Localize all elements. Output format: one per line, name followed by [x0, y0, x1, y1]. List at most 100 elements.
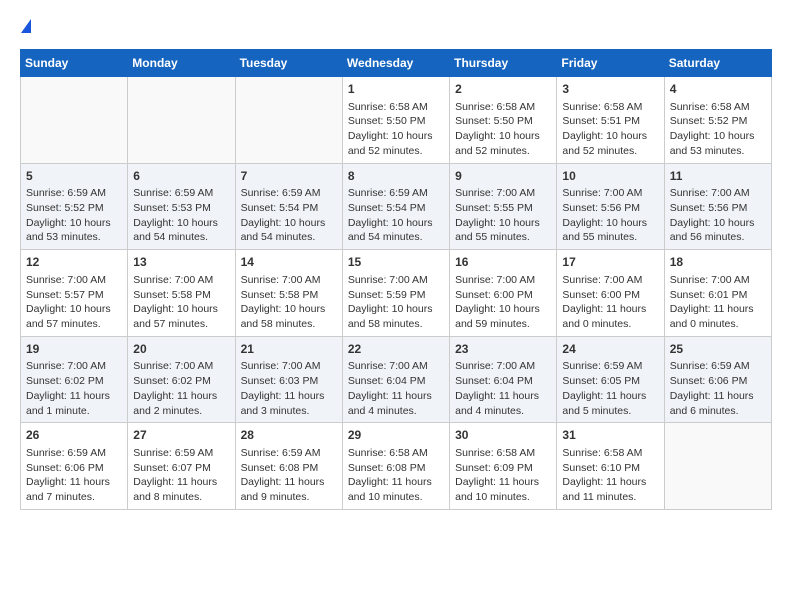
calendar-cell: 2Sunrise: 6:58 AMSunset: 5:50 PMDaylight… [450, 77, 557, 164]
day-info-line: Sunset: 6:00 PM [455, 288, 551, 303]
calendar-cell [21, 77, 128, 164]
day-info-line: Sunrise: 6:59 AM [348, 186, 444, 201]
day-info-line: Daylight: 10 hours [26, 302, 122, 317]
calendar-cell: 19Sunrise: 7:00 AMSunset: 6:02 PMDayligh… [21, 336, 128, 423]
day-number: 8 [348, 168, 444, 185]
day-info-line: Sunset: 6:00 PM [562, 288, 658, 303]
day-info-line: Daylight: 10 hours [670, 129, 766, 144]
day-info-line: Sunrise: 6:59 AM [26, 186, 122, 201]
day-info-line: Sunrise: 6:59 AM [562, 359, 658, 374]
day-info-line: and 55 minutes. [455, 230, 551, 245]
day-info-line: Sunrise: 6:59 AM [133, 186, 229, 201]
day-info-line: Sunset: 5:52 PM [670, 114, 766, 129]
day-info-line: Sunrise: 7:00 AM [348, 359, 444, 374]
day-info-line: and 2 minutes. [133, 404, 229, 419]
day-info-line: Sunset: 5:53 PM [133, 201, 229, 216]
day-info-line: Daylight: 10 hours [562, 216, 658, 231]
day-number: 6 [133, 168, 229, 185]
day-info-line: Sunset: 5:56 PM [562, 201, 658, 216]
day-number: 15 [348, 254, 444, 271]
day-number: 3 [562, 81, 658, 98]
day-info-line: Daylight: 10 hours [348, 302, 444, 317]
day-info-line: Sunset: 5:59 PM [348, 288, 444, 303]
calendar-cell: 5Sunrise: 6:59 AMSunset: 5:52 PMDaylight… [21, 163, 128, 250]
day-info-line: Daylight: 10 hours [26, 216, 122, 231]
day-info-line: Sunset: 6:04 PM [455, 374, 551, 389]
calendar-cell: 12Sunrise: 7:00 AMSunset: 5:57 PMDayligh… [21, 250, 128, 337]
day-info-line: and 10 minutes. [455, 490, 551, 505]
calendar-cell: 11Sunrise: 7:00 AMSunset: 5:56 PMDayligh… [664, 163, 771, 250]
day-info-line: and 54 minutes. [133, 230, 229, 245]
calendar-cell: 9Sunrise: 7:00 AMSunset: 5:55 PMDaylight… [450, 163, 557, 250]
weekday-header-wednesday: Wednesday [342, 50, 449, 77]
day-info-line: Daylight: 11 hours [562, 475, 658, 490]
day-number: 23 [455, 341, 551, 358]
day-info-line: Sunset: 6:06 PM [670, 374, 766, 389]
day-info-line: and 57 minutes. [26, 317, 122, 332]
day-number: 25 [670, 341, 766, 358]
day-info-line: Sunset: 6:03 PM [241, 374, 337, 389]
day-info-line: Daylight: 11 hours [562, 302, 658, 317]
calendar-cell: 7Sunrise: 6:59 AMSunset: 5:54 PMDaylight… [235, 163, 342, 250]
day-number: 9 [455, 168, 551, 185]
day-info-line: Sunrise: 7:00 AM [455, 273, 551, 288]
day-info-line: Sunset: 5:52 PM [26, 201, 122, 216]
day-info-line: and 4 minutes. [455, 404, 551, 419]
calendar-cell: 20Sunrise: 7:00 AMSunset: 6:02 PMDayligh… [128, 336, 235, 423]
day-info-line: Daylight: 11 hours [26, 475, 122, 490]
calendar-week-row: 19Sunrise: 7:00 AMSunset: 6:02 PMDayligh… [21, 336, 772, 423]
calendar-week-row: 26Sunrise: 6:59 AMSunset: 6:06 PMDayligh… [21, 423, 772, 510]
calendar-cell: 25Sunrise: 6:59 AMSunset: 6:06 PMDayligh… [664, 336, 771, 423]
day-number: 7 [241, 168, 337, 185]
day-info-line: and 6 minutes. [670, 404, 766, 419]
logo-triangle-icon [21, 19, 31, 33]
day-info-line: and 4 minutes. [348, 404, 444, 419]
day-info-line: Sunset: 5:56 PM [670, 201, 766, 216]
calendar-cell [664, 423, 771, 510]
day-info-line: Daylight: 11 hours [133, 475, 229, 490]
weekday-header-monday: Monday [128, 50, 235, 77]
page-container: SundayMondayTuesdayWednesdayThursdayFrid… [0, 0, 792, 526]
day-info-line: Sunrise: 6:58 AM [562, 100, 658, 115]
day-info-line: Daylight: 11 hours [241, 475, 337, 490]
day-number: 22 [348, 341, 444, 358]
calendar-cell: 18Sunrise: 7:00 AMSunset: 6:01 PMDayligh… [664, 250, 771, 337]
day-info-line: Sunrise: 6:58 AM [348, 446, 444, 461]
day-info-line: Daylight: 10 hours [348, 129, 444, 144]
day-info-line: Sunrise: 6:59 AM [26, 446, 122, 461]
day-info-line: Sunrise: 6:58 AM [348, 100, 444, 115]
day-info-line: Sunset: 6:09 PM [455, 461, 551, 476]
calendar-cell [128, 77, 235, 164]
day-info-line: Sunrise: 7:00 AM [455, 359, 551, 374]
day-number: 21 [241, 341, 337, 358]
calendar-cell: 6Sunrise: 6:59 AMSunset: 5:53 PMDaylight… [128, 163, 235, 250]
day-info-line: Daylight: 10 hours [241, 216, 337, 231]
day-info-line: and 8 minutes. [133, 490, 229, 505]
day-info-line: Daylight: 11 hours [348, 389, 444, 404]
day-info-line: Daylight: 10 hours [348, 216, 444, 231]
day-info-line: Sunrise: 7:00 AM [26, 359, 122, 374]
day-info-line: Sunrise: 6:58 AM [455, 100, 551, 115]
day-info-line: Daylight: 10 hours [455, 302, 551, 317]
calendar-cell: 10Sunrise: 7:00 AMSunset: 5:56 PMDayligh… [557, 163, 664, 250]
calendar-week-row: 12Sunrise: 7:00 AMSunset: 5:57 PMDayligh… [21, 250, 772, 337]
day-info-line: Sunrise: 7:00 AM [26, 273, 122, 288]
day-info-line: Sunrise: 7:00 AM [455, 186, 551, 201]
calendar-week-row: 1Sunrise: 6:58 AMSunset: 5:50 PMDaylight… [21, 77, 772, 164]
day-number: 28 [241, 427, 337, 444]
day-info-line: and 54 minutes. [241, 230, 337, 245]
day-info-line: Sunset: 6:02 PM [133, 374, 229, 389]
calendar-cell: 26Sunrise: 6:59 AMSunset: 6:06 PMDayligh… [21, 423, 128, 510]
day-number: 14 [241, 254, 337, 271]
weekday-header-row: SundayMondayTuesdayWednesdayThursdayFrid… [21, 50, 772, 77]
calendar-cell: 23Sunrise: 7:00 AMSunset: 6:04 PMDayligh… [450, 336, 557, 423]
day-number: 13 [133, 254, 229, 271]
day-number: 18 [670, 254, 766, 271]
day-info-line: and 55 minutes. [562, 230, 658, 245]
weekday-header-thursday: Thursday [450, 50, 557, 77]
day-info-line: and 52 minutes. [562, 144, 658, 159]
day-number: 29 [348, 427, 444, 444]
day-info-line: and 53 minutes. [670, 144, 766, 159]
day-info-line: Sunset: 5:50 PM [455, 114, 551, 129]
day-info-line: Daylight: 11 hours [26, 389, 122, 404]
